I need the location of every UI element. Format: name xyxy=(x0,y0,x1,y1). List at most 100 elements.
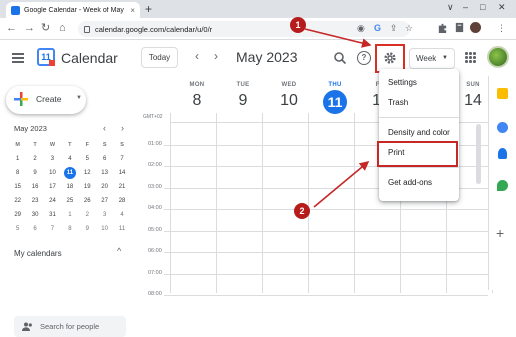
back-icon[interactable]: ← xyxy=(6,22,17,34)
extensions-icon[interactable] xyxy=(437,22,448,33)
mini-day[interactable]: 2 xyxy=(26,152,43,166)
mini-day[interactable]: 27 xyxy=(96,194,113,208)
close-window-icon[interactable]: ✕ xyxy=(498,2,506,13)
keep-icon[interactable] xyxy=(497,88,508,99)
mini-day[interactable]: 13 xyxy=(96,166,113,180)
gear-icon[interactable] xyxy=(383,51,397,65)
mini-day[interactable]: 8 xyxy=(9,166,26,180)
main-menu-icon[interactable] xyxy=(12,53,24,63)
tab-search-icon[interactable]: ∨ xyxy=(447,2,454,13)
help-icon[interactable]: ? xyxy=(357,51,371,65)
print-highlight-box xyxy=(377,141,458,167)
new-tab-button[interactable]: + xyxy=(145,2,152,16)
mini-day[interactable]: 7 xyxy=(113,152,130,166)
menu-item-addons[interactable]: Get add-ons xyxy=(379,174,459,192)
menu-item-settings[interactable]: Settings xyxy=(379,74,459,92)
mini-day[interactable]: 11 xyxy=(61,166,78,180)
mini-day[interactable]: 15 xyxy=(9,180,26,194)
today-button[interactable]: Today xyxy=(141,47,178,68)
account-avatar[interactable] xyxy=(487,46,509,68)
previous-week-icon[interactable]: ‹ xyxy=(195,49,199,63)
mini-day[interactable]: 19 xyxy=(79,180,96,194)
mini-day[interactable]: 8 xyxy=(61,222,78,236)
tab-close-icon[interactable]: × xyxy=(130,6,135,15)
day-header[interactable]: MON 8 xyxy=(174,82,220,112)
mini-day[interactable]: 12 xyxy=(79,166,96,180)
mini-day[interactable]: 5 xyxy=(9,222,26,236)
day-number[interactable]: 8 xyxy=(174,90,220,112)
mini-day[interactable]: 16 xyxy=(26,180,43,194)
browser-tab[interactable]: Google Calendar - Week of May × xyxy=(6,2,140,18)
create-button[interactable]: Create ▼ xyxy=(6,86,86,114)
forward-icon[interactable]: → xyxy=(24,22,35,34)
menu-item-trash[interactable]: Trash xyxy=(379,94,459,112)
mini-day[interactable]: 31 xyxy=(44,208,61,222)
view-switcher-button[interactable]: Week ▼ xyxy=(409,48,455,69)
google-lens-icon[interactable]: G xyxy=(374,23,381,33)
mini-day[interactable]: 25 xyxy=(61,194,78,208)
mini-day[interactable]: 17 xyxy=(44,180,61,194)
mini-day[interactable]: 1 xyxy=(9,152,26,166)
mini-day[interactable]: 9 xyxy=(26,166,43,180)
mini-next-icon[interactable]: › xyxy=(121,123,124,133)
mini-day[interactable]: 23 xyxy=(26,194,43,208)
home-icon[interactable]: ⌂ xyxy=(59,22,66,34)
menu-item-density[interactable]: Density and color xyxy=(379,124,459,142)
mini-day[interactable]: 6 xyxy=(26,222,43,236)
reload-icon[interactable]: ↻ xyxy=(41,22,50,34)
mini-day[interactable]: 6 xyxy=(96,152,113,166)
mini-day[interactable]: 29 xyxy=(9,208,26,222)
day-number[interactable]: 11 xyxy=(312,90,358,114)
mini-weekday: S xyxy=(120,142,124,148)
minimize-icon[interactable]: – xyxy=(463,2,468,12)
eye-icon[interactable]: ◉ xyxy=(357,23,365,33)
mini-week-row: 22 23 24 25 26 27 28 xyxy=(9,194,135,208)
mini-day[interactable]: 14 xyxy=(113,166,130,180)
mini-day[interactable]: 10 xyxy=(96,222,113,236)
hour-gridline xyxy=(164,273,488,275)
bookmark-star-icon[interactable]: ☆ xyxy=(405,23,413,33)
mini-day[interactable]: 3 xyxy=(96,208,113,222)
next-week-icon[interactable]: › xyxy=(214,49,218,63)
day-number[interactable]: 10 xyxy=(266,90,312,112)
add-addon-icon[interactable]: + xyxy=(496,226,507,240)
contacts-icon[interactable] xyxy=(498,148,507,159)
mini-day[interactable]: 26 xyxy=(79,194,96,208)
mini-day[interactable]: 18 xyxy=(61,180,78,194)
more-menu-icon[interactable]: ⋮ xyxy=(497,23,506,33)
mini-day[interactable]: 4 xyxy=(61,152,78,166)
mini-day[interactable]: 28 xyxy=(113,194,130,208)
mini-day[interactable]: 4 xyxy=(113,208,130,222)
day-header[interactable]: WED 10 xyxy=(266,82,312,112)
mini-day[interactable]: 24 xyxy=(44,194,61,208)
mini-day[interactable]: 1 xyxy=(61,208,78,222)
scrollbar[interactable] xyxy=(476,124,481,184)
mini-day[interactable]: 21 xyxy=(113,180,130,194)
chevron-up-icon[interactable]: ^ xyxy=(117,246,121,256)
my-calendars-heading[interactable]: My calendars xyxy=(14,249,62,258)
day-header[interactable]: TUE 9 xyxy=(220,82,266,112)
mini-day[interactable]: 11 xyxy=(113,222,130,236)
mini-day[interactable]: 7 xyxy=(44,222,61,236)
reading-list-icon[interactable] xyxy=(454,22,465,33)
google-apps-icon[interactable] xyxy=(465,52,476,63)
share-icon[interactable]: ⇪ xyxy=(390,23,398,33)
profile-icon[interactable] xyxy=(470,22,481,33)
mini-day[interactable]: 3 xyxy=(44,152,61,166)
mini-day[interactable]: 10 xyxy=(44,166,61,180)
search-icon[interactable] xyxy=(333,51,347,65)
mini-day[interactable]: 20 xyxy=(96,180,113,194)
search-people-input[interactable]: Search for people xyxy=(14,316,126,337)
mini-day[interactable]: 30 xyxy=(26,208,43,222)
mini-day[interactable]: 22 xyxy=(9,194,26,208)
maps-icon[interactable] xyxy=(497,180,508,191)
mini-day[interactable]: 9 xyxy=(79,222,96,236)
day-column-divider xyxy=(354,113,355,293)
mini-prev-icon[interactable]: ‹ xyxy=(103,123,106,133)
mini-day[interactable]: 5 xyxy=(79,152,96,166)
tasks-icon[interactable] xyxy=(497,122,508,133)
maximize-icon[interactable]: □ xyxy=(480,2,485,12)
day-number[interactable]: 9 xyxy=(220,90,266,112)
mini-day[interactable]: 2 xyxy=(79,208,96,222)
day-header[interactable]: THU 11 xyxy=(312,82,358,114)
